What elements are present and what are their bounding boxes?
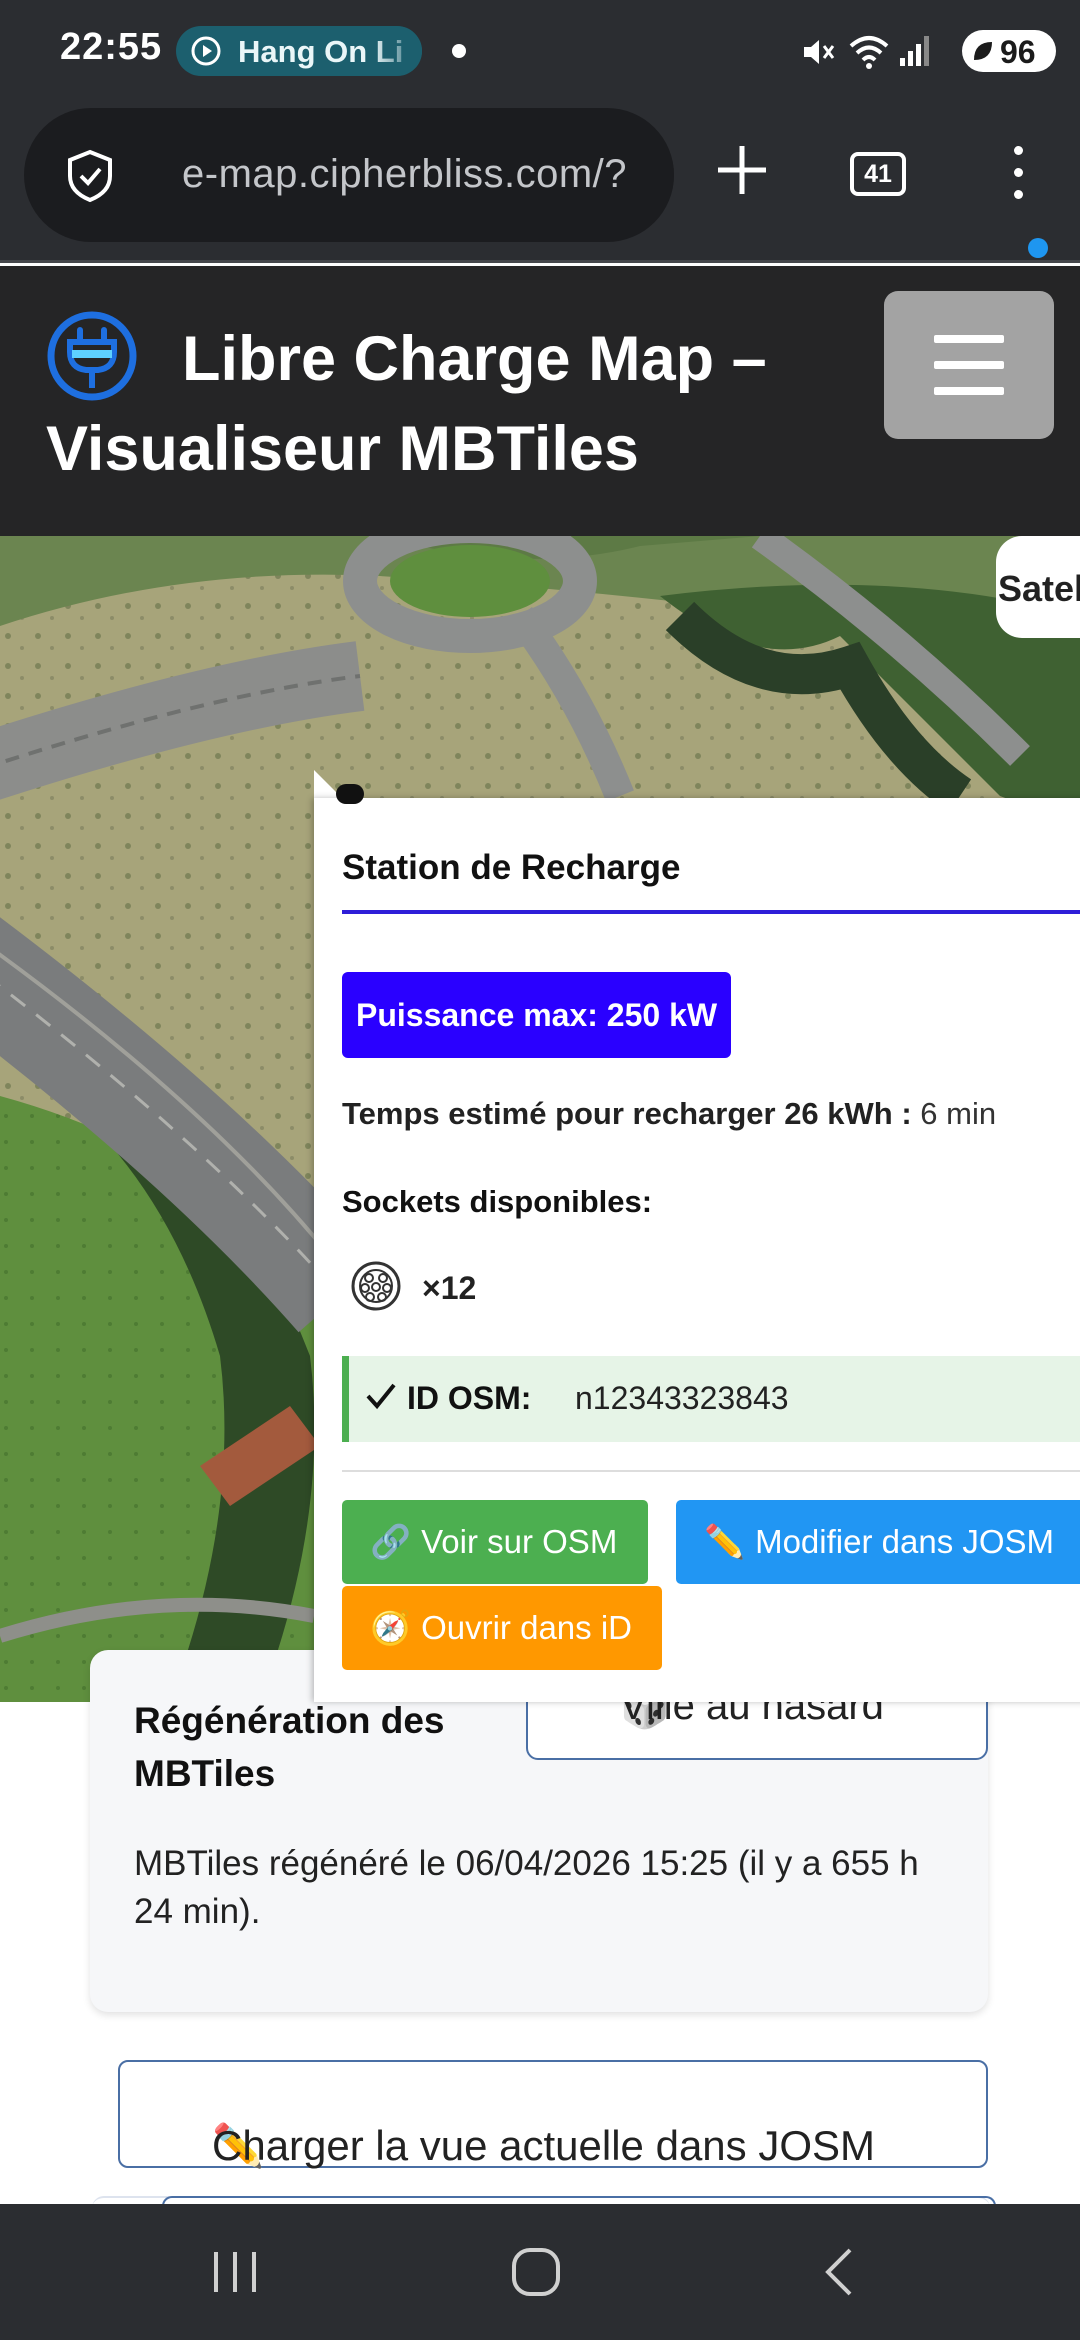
pencil-icon: ✏️	[704, 1523, 746, 1560]
back-icon[interactable]	[820, 2244, 860, 2300]
notification-dot-icon	[452, 44, 466, 58]
screen: 22:55 Hang On Li 96 e-map.cipherbliss.co…	[0, 0, 1080, 2340]
play-circle-icon	[191, 36, 221, 66]
regeneration-title: Régénération des MBTiles	[134, 1700, 445, 1794]
wifi-icon	[849, 36, 889, 69]
view-on-osm-button[interactable]: 🔗 Voir sur OSM	[342, 1500, 648, 1584]
shield-check-icon	[68, 149, 112, 203]
home-icon[interactable]	[510, 2244, 562, 2300]
status-time: 22:55	[60, 26, 163, 68]
tab-switcher-button[interactable]: 41	[850, 152, 906, 196]
charge-time-value: 6 min	[920, 1096, 997, 1131]
battery-level: 96	[1000, 34, 1036, 70]
update-badge-icon	[1028, 238, 1048, 258]
browser-toolbar: e-map.cipherbliss.com/? 41	[0, 100, 1080, 263]
charge-time: Temps estimé pour recharger 26 kWh : 6 m…	[342, 1096, 996, 1132]
sockets-label: Sockets disponibles:	[342, 1184, 653, 1219]
media-chip[interactable]: Hang On Li	[176, 26, 422, 76]
more-options-icon[interactable]	[998, 142, 1038, 206]
link-icon: 🔗	[370, 1523, 412, 1560]
osm-id-value: n12343323843	[575, 1380, 789, 1416]
signal-icon	[900, 36, 929, 66]
checkmark-icon	[366, 1383, 396, 1410]
status-bar: 22:55 Hang On Li 96	[0, 0, 1080, 100]
menu-toggle-button[interactable]	[884, 291, 1054, 439]
osm-id-box: ID OSM: n12343323843	[342, 1356, 1080, 1442]
compass-icon: 🧭	[370, 1609, 412, 1646]
open-in-id-button[interactable]: 🧭 Ouvrir dans iD	[342, 1586, 662, 1670]
osm-id-label: ID OSM:	[407, 1380, 532, 1416]
load-view-in-josm-button[interactable]: ✏️ Charger la vue actuelle dans JOSM	[118, 2060, 988, 2169]
media-chip-label: Hang On Li	[238, 34, 404, 69]
plus-icon[interactable]	[712, 140, 772, 200]
popup-close-icon[interactable]	[336, 784, 364, 804]
recent-apps-icon[interactable]	[210, 2244, 260, 2300]
charge-time-label: Temps estimé pour recharger 26 kWh :	[342, 1096, 912, 1131]
station-popup: Station de Recharge Puissance max: 250 k…	[314, 798, 1080, 1702]
satellite-layer-button[interactable]: Satel	[996, 536, 1080, 638]
popup-title: Station de Recharge	[342, 848, 681, 887]
socket-count: ×12	[422, 1270, 477, 1306]
popup-separator	[342, 1470, 1080, 1472]
battery-indicator: 96	[962, 30, 1056, 72]
regeneration-status: MBTiles régénéré le 06/04/2026 15:25 (il…	[134, 1844, 919, 1931]
popup-divider	[342, 910, 1080, 914]
site-header: Libre Charge Map – Visualiseur MBTiles	[0, 266, 1080, 536]
url-text: e-map.cipherbliss.com/?	[182, 152, 627, 196]
address-bar[interactable]: e-map.cipherbliss.com/?	[24, 108, 674, 242]
system-navigation-bar	[0, 2204, 1080, 2340]
power-badge: Puissance max: 250 kW	[342, 972, 732, 1058]
leaf-icon	[974, 42, 992, 60]
type2-socket-icon	[351, 1261, 401, 1311]
satellite-layer-label: Satel	[998, 568, 1080, 609]
edit-in-josm-button[interactable]: ✏️ Modifier dans JOSM	[676, 1500, 1080, 1584]
regeneration-card: 🎲 Ville au hasard Régénération des MBTil…	[90, 1650, 988, 2012]
mute-icon	[804, 40, 835, 64]
page-title: Libre Charge Map – Visualiseur MBTiles	[46, 324, 767, 484]
